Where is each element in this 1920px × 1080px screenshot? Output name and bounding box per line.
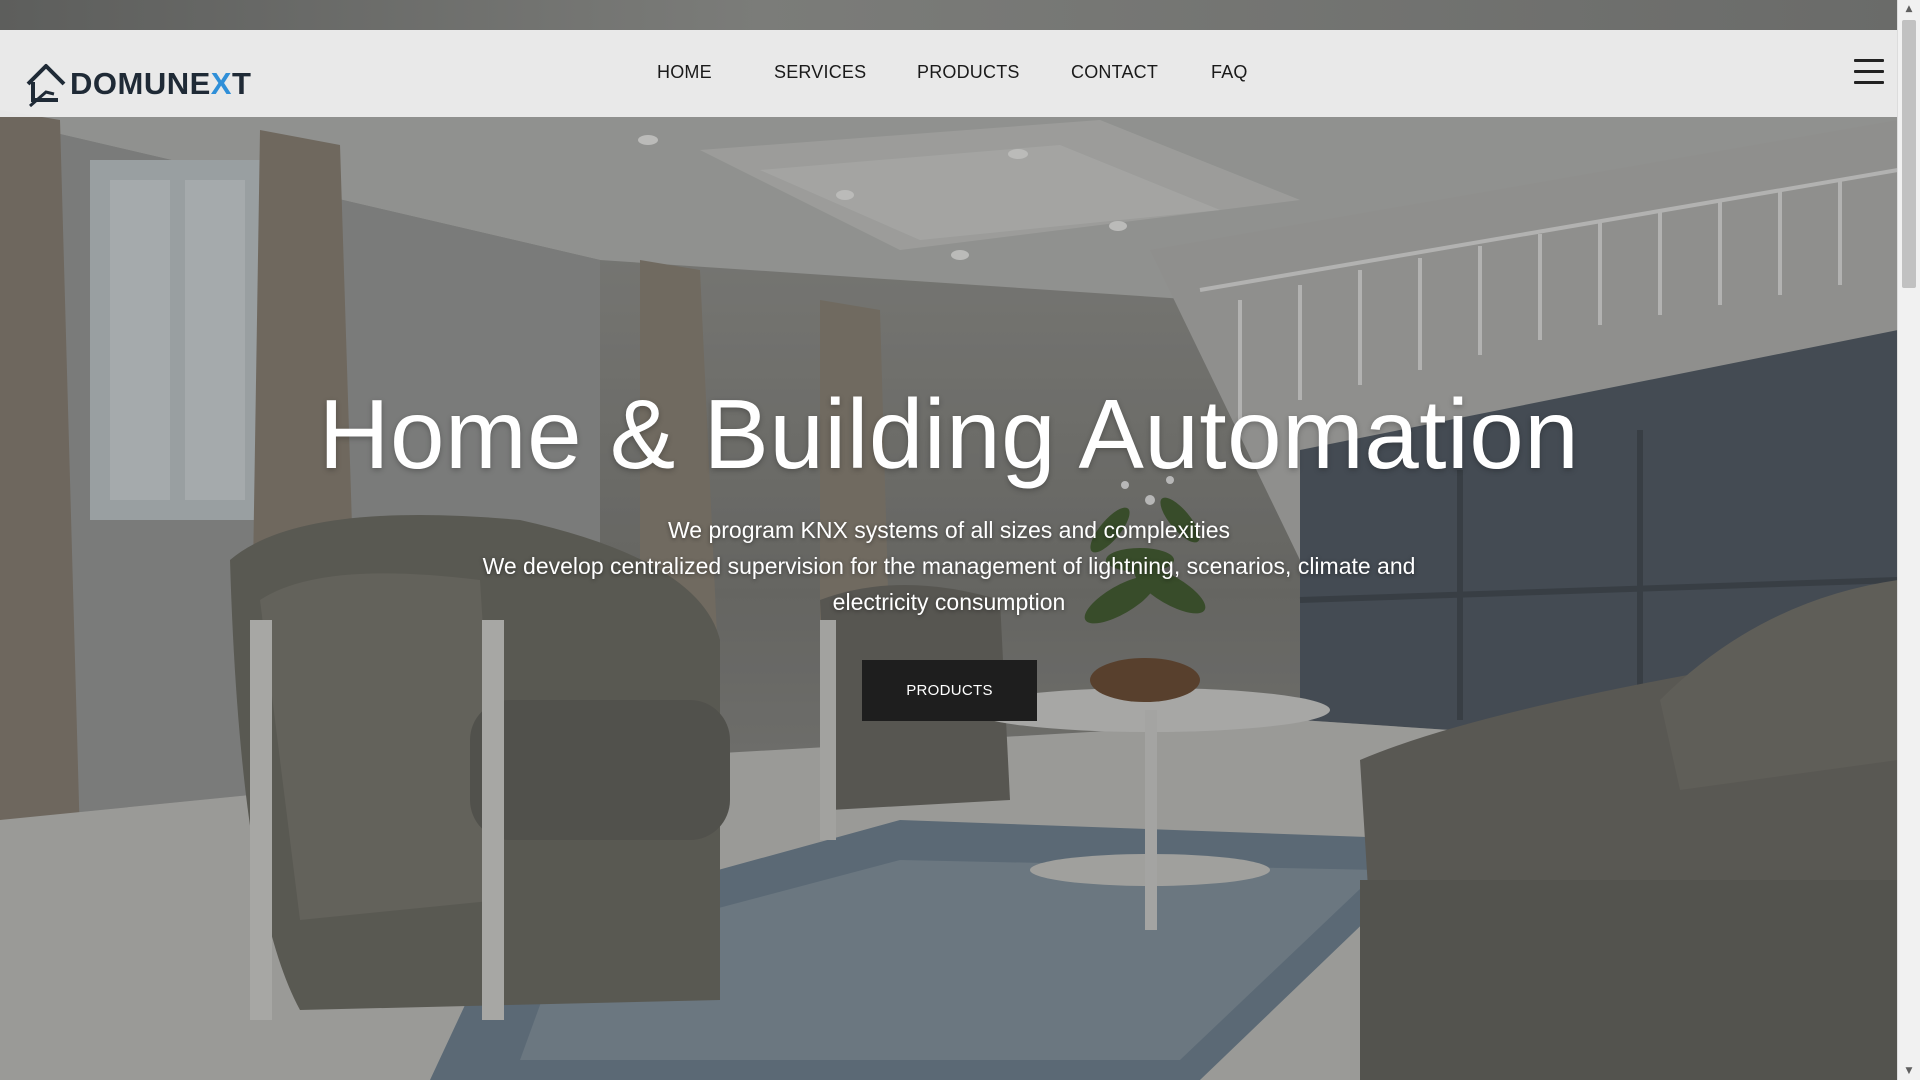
scroll-thumb[interactable]	[1902, 20, 1916, 288]
nav-home[interactable]: HOME	[657, 62, 712, 83]
menu-bar	[1854, 70, 1884, 73]
nav-services[interactable]: SERVICES	[774, 62, 866, 83]
hamburger-menu-icon[interactable]	[1854, 59, 1884, 89]
page-scrollbar[interactable]: ▲ ▼	[1897, 0, 1920, 1080]
menu-bar	[1854, 81, 1884, 84]
hero-subtitle-line-1: We program KNX systems of all sizes and …	[668, 517, 1230, 543]
triangle-down-icon[interactable]: ▼	[1898, 1062, 1920, 1080]
logo-text: DOMUNEXT	[70, 66, 252, 101]
nav-faq[interactable]: FAQ	[1211, 62, 1248, 83]
hero-title: Home & Building Automation	[318, 379, 1580, 489]
house-logo-icon	[26, 64, 66, 108]
hero-subtitle-line-2: We develop centralized supervision for t…	[482, 553, 1416, 615]
menu-bar	[1854, 59, 1884, 62]
nav-products[interactable]: PRODUCTS	[917, 62, 1020, 83]
nav-contact[interactable]: CONTACT	[1071, 62, 1158, 83]
products-button[interactable]: PRODUCTS	[862, 660, 1037, 721]
triangle-up-icon[interactable]: ▲	[1898, 0, 1920, 18]
top-window-strip	[0, 0, 1898, 30]
hero-subtitle: We program KNX systems of all sizes and …	[460, 512, 1438, 620]
logo[interactable]: DOMUNEXT	[24, 60, 251, 108]
